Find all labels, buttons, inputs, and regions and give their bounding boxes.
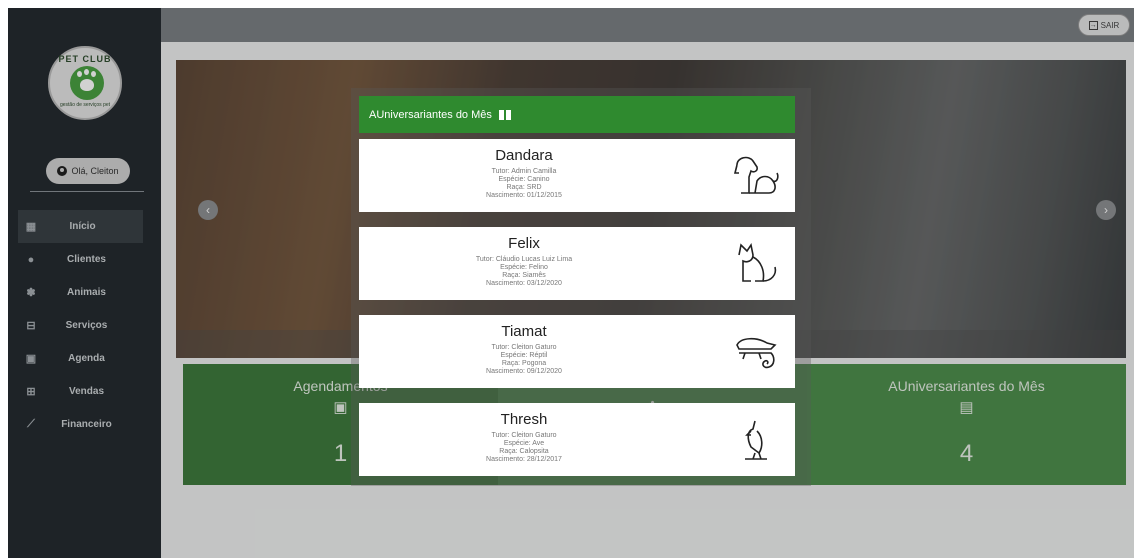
pet-breed: Raça: Pogona	[501, 360, 547, 367]
pet-birthdate: Nascimento: 03/12/2020	[486, 280, 562, 287]
pet-tutor: Tutor: Cleiton Gaturo	[491, 432, 557, 439]
pet-breed: Raça: SRD	[506, 184, 542, 191]
birthdays-modal: AUniversariantes do Mês Dandara Tutor: A…	[351, 88, 811, 486]
modal-header: AUniversariantes do Mês	[359, 96, 795, 133]
pet-species: Espécie: Réptil	[500, 352, 548, 359]
pet-species: Espécie: Ave	[503, 440, 545, 447]
pet-name: Thresh	[500, 411, 548, 428]
pet-birthdate: Nascimento: 28/12/2017	[486, 456, 562, 463]
pet-name: Tiamat	[501, 323, 547, 340]
pet-card-thresh[interactable]: Thresh Tutor: Cleiton Gaturo Espécie: Av…	[359, 403, 795, 476]
pet-species: Espécie: Canino	[498, 176, 550, 183]
app-window: PET CLUB gestão de serviços pet Olá, Cle…	[8, 8, 1134, 558]
chameleon-icon	[736, 337, 777, 369]
pet-species: Espécie: Felino	[500, 264, 548, 271]
pet-name: Felix	[508, 235, 540, 252]
pet-tutor: Tutor: Cleiton Gaturo	[491, 344, 557, 351]
pet-birthdate: Nascimento: 09/12/2020	[486, 368, 562, 375]
pet-breed: Raça: Calopsita	[499, 448, 549, 455]
pet-tutor: Tutor: Admin Camilla	[491, 168, 557, 175]
gift-icon	[498, 109, 511, 120]
pet-card-tiamat[interactable]: Tiamat Tutor: Cleiton Gaturo Espécie: Ré…	[359, 315, 795, 388]
pet-birthdate: Nascimento: 01/12/2015	[486, 192, 562, 199]
pet-tutor: Tutor: Cláudio Lucas Luiz Lima	[475, 256, 573, 263]
cat-icon	[738, 242, 777, 282]
pet-card-dandara[interactable]: Dandara Tutor: Admin Camilla Espécie: Ca…	[359, 139, 795, 212]
modal-title: AUniversariantes do Mês	[369, 108, 492, 121]
pet-name: Dandara	[495, 147, 553, 164]
pet-card-felix[interactable]: Felix Tutor: Cláudio Lucas Luiz Lima Esp…	[359, 227, 795, 300]
bird-icon	[745, 420, 767, 460]
dog-icon	[733, 156, 779, 194]
pet-breed: Raça: Siamês	[502, 272, 546, 279]
